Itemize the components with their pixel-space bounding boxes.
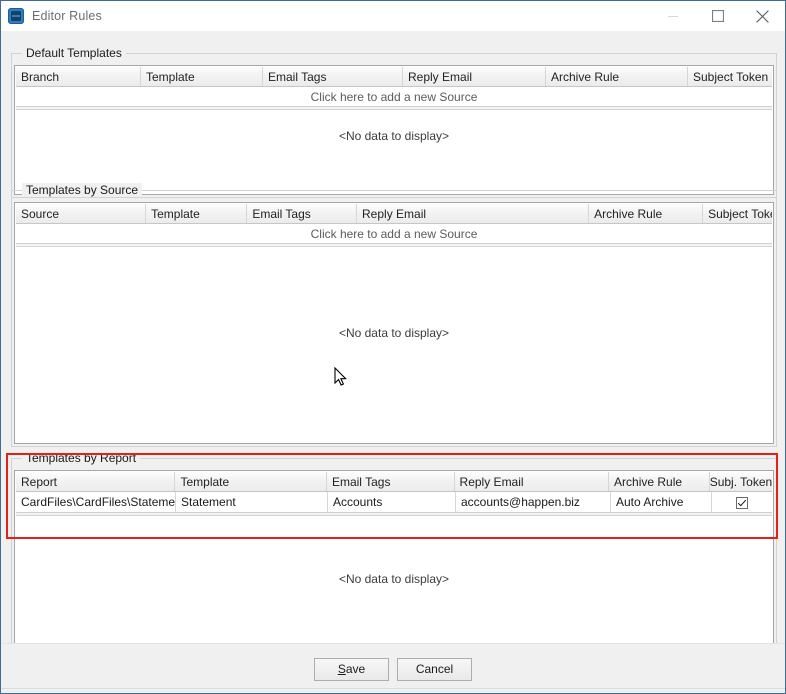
column-header-reply-email[interactable]: Reply Email [455, 472, 610, 491]
cancel-button[interactable]: Cancel [397, 657, 472, 681]
column-header-subject-token[interactable]: Subject Token [688, 67, 772, 86]
maximize-icon [711, 10, 724, 22]
column-header-report[interactable]: Report [16, 472, 176, 491]
column-header-branch[interactable]: Branch [16, 67, 141, 86]
column-header-archive-rule[interactable]: Archive Rule [546, 67, 688, 86]
column-header-reply-email[interactable]: Reply Email [403, 67, 546, 86]
save-label-rest: ave [345, 662, 366, 676]
window-title: Editor Rules [32, 9, 102, 23]
subject-token-checkbox[interactable] [736, 497, 748, 509]
dialog-footer: Save Cancel [1, 643, 785, 693]
column-header-email-tags[interactable]: Email Tags [327, 472, 455, 491]
grid-templates-by-report[interactable]: Report Template Email Tags Reply Email A… [14, 470, 774, 653]
column-header-archive-rule[interactable]: Archive Rule [609, 472, 710, 491]
editor-rules-window: Editor Rules Default Templates Branch Te… [0, 0, 786, 694]
group-title-templates-by-report: Templates by Report [22, 451, 141, 465]
cell-archive-rule: Auto Archive [611, 492, 712, 512]
save-button[interactable]: Save [314, 657, 389, 681]
column-header-archive-rule[interactable]: Archive Rule [589, 204, 704, 223]
group-title-templates-by-source: Templates by Source [22, 183, 143, 197]
group-default-templates: Default Templates Branch Template Email … [11, 46, 777, 198]
grid-header-row: Report Template Email Tags Reply Email A… [16, 472, 772, 492]
grid-default-templates[interactable]: Branch Template Email Tags Reply Email A… [14, 65, 774, 195]
close-icon [756, 9, 769, 23]
column-header-template[interactable]: Template [141, 67, 263, 86]
column-header-email-tags[interactable]: Email Tags [263, 67, 403, 86]
app-icon [8, 8, 24, 24]
cell-email-tags: Accounts [328, 492, 456, 512]
column-header-template[interactable]: Template [175, 472, 327, 491]
no-data-message: <No data to display> [338, 572, 450, 586]
column-header-template[interactable]: Template [146, 204, 248, 223]
footer-bottom-strip [1, 688, 785, 693]
column-header-email-tags[interactable]: Email Tags [247, 204, 358, 223]
group-templates-by-report: Templates by Report Report Template Emai… [11, 451, 777, 656]
add-new-source-row[interactable]: Click here to add a new Source [16, 87, 772, 107]
group-title-default-templates: Default Templates [22, 46, 126, 60]
no-data-message: <No data to display> [338, 129, 450, 143]
cell-subject-token[interactable] [712, 492, 772, 512]
client-area: Default Templates Branch Template Email … [1, 31, 785, 693]
grid-header-row: Source Template Email Tags Reply Email A… [16, 204, 772, 224]
close-button[interactable] [740, 1, 785, 31]
save-accel: S [337, 662, 346, 676]
grid-row-separator [16, 513, 772, 516]
column-header-reply-email[interactable]: Reply Email [357, 204, 590, 223]
table-row[interactable]: CardFiles\CardFiles\Statement Statement … [16, 492, 772, 513]
cell-report: CardFiles\CardFiles\Statement [16, 492, 176, 512]
no-data-message: <No data to display> [338, 326, 450, 340]
column-header-subject-token[interactable]: Subject Token [703, 204, 772, 223]
cell-template: Statement [176, 492, 328, 512]
grid-templates-by-source[interactable]: Source Template Email Tags Reply Email A… [14, 202, 774, 444]
group-templates-by-source: Templates by Source Source Template Emai… [11, 183, 777, 447]
column-header-subject-token[interactable]: Subj. Token [710, 472, 772, 491]
title-bar[interactable]: Editor Rules [1, 1, 785, 31]
grid-row-separator [16, 244, 772, 247]
grid-header-row: Branch Template Email Tags Reply Email A… [16, 67, 772, 87]
minimize-icon [667, 16, 678, 17]
maximize-button[interactable] [695, 1, 740, 31]
minimize-button[interactable] [650, 1, 695, 31]
column-header-source[interactable]: Source [16, 204, 147, 223]
add-new-source-row[interactable]: Click here to add a new Source [16, 224, 772, 244]
grid-row-separator [16, 107, 772, 110]
cell-reply-email: accounts@happen.biz [456, 492, 611, 512]
